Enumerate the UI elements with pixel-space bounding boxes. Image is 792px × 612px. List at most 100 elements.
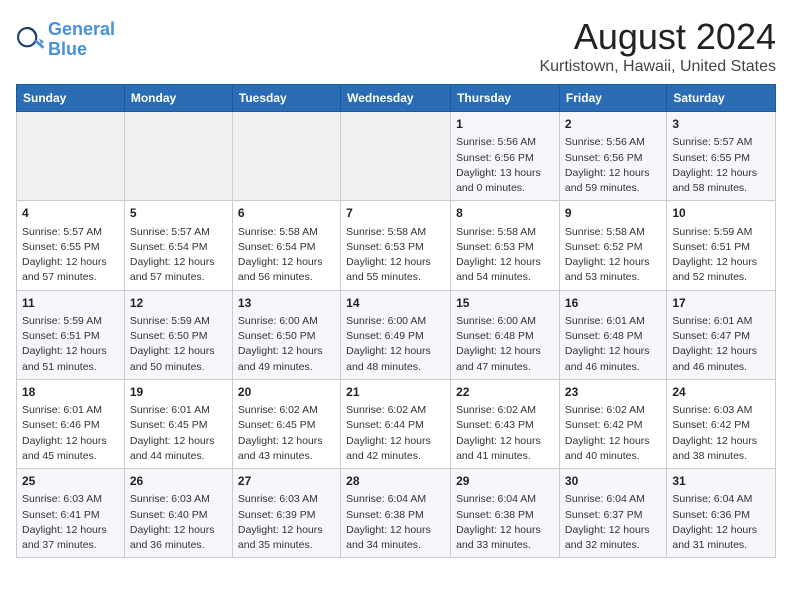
daylight: Daylight: 13 hours and 0 minutes. [456, 167, 541, 194]
day-cell [17, 112, 125, 201]
sunrise: Sunrise: 5:58 AM [456, 226, 536, 238]
sunrise: Sunrise: 6:03 AM [672, 404, 752, 416]
day-cell: 18Sunrise: 6:01 AMSunset: 6:46 PMDayligh… [17, 379, 125, 468]
page-title: August 2024 [539, 16, 776, 58]
sunset: Sunset: 6:46 PM [22, 419, 100, 431]
sunrise: Sunrise: 5:57 AM [672, 136, 752, 148]
day-cell: 31Sunrise: 6:04 AMSunset: 6:36 PMDayligh… [667, 469, 776, 558]
logo-line1: General [48, 19, 115, 39]
day-number: 1 [456, 116, 554, 133]
day-number: 4 [22, 205, 119, 222]
sunset: Sunset: 6:45 PM [130, 419, 208, 431]
sunrise: Sunrise: 6:00 AM [238, 315, 318, 327]
day-cell: 12Sunrise: 5:59 AMSunset: 6:50 PMDayligh… [124, 290, 232, 379]
day-number: 18 [22, 384, 119, 401]
daylight: Daylight: 12 hours and 33 minutes. [456, 524, 541, 551]
day-cell: 16Sunrise: 6:01 AMSunset: 6:48 PMDayligh… [559, 290, 666, 379]
sunset: Sunset: 6:53 PM [346, 241, 424, 253]
daylight: Daylight: 12 hours and 46 minutes. [565, 345, 650, 372]
weekday-header-monday: Monday [124, 85, 232, 112]
sunrise: Sunrise: 5:57 AM [22, 226, 102, 238]
sunrise: Sunrise: 6:02 AM [346, 404, 426, 416]
sunrise: Sunrise: 6:03 AM [22, 493, 102, 505]
day-cell: 15Sunrise: 6:00 AMSunset: 6:48 PMDayligh… [451, 290, 560, 379]
sunrise: Sunrise: 5:56 AM [456, 136, 536, 148]
day-cell [232, 112, 340, 201]
day-cell: 4 Sunrise: 5:57 AM Sunset: 6:55 PM Daylight… [17, 201, 125, 290]
sunset: Sunset: 6:55 PM [672, 152, 750, 164]
week-row-4: 18Sunrise: 6:01 AMSunset: 6:46 PMDayligh… [17, 379, 776, 468]
day-number: 3 [672, 116, 770, 133]
daylight: Daylight: 12 hours and 55 minutes. [346, 256, 431, 283]
day-cell: 27Sunrise: 6:03 AMSunset: 6:39 PMDayligh… [232, 469, 340, 558]
day-cell: 3 Sunrise: 5:57 AM Sunset: 6:55 PM Daylight… [667, 112, 776, 201]
weekday-header-friday: Friday [559, 85, 666, 112]
sunrise: Sunrise: 5:58 AM [238, 226, 318, 238]
weekday-header-wednesday: Wednesday [341, 85, 451, 112]
daylight: Daylight: 12 hours and 57 minutes. [22, 256, 107, 283]
sunrise: Sunrise: 6:00 AM [346, 315, 426, 327]
logo-icon [16, 26, 44, 54]
sunrise: Sunrise: 5:59 AM [672, 226, 752, 238]
sunset: Sunset: 6:38 PM [346, 509, 424, 521]
day-cell: 17Sunrise: 6:01 AMSunset: 6:47 PMDayligh… [667, 290, 776, 379]
weekday-header-saturday: Saturday [667, 85, 776, 112]
day-cell: 7Sunrise: 5:58 AMSunset: 6:53 PMDaylight… [341, 201, 451, 290]
sunset: Sunset: 6:51 PM [22, 330, 100, 342]
sunset: Sunset: 6:38 PM [456, 509, 534, 521]
logo-text: General Blue [48, 20, 115, 60]
sunrise: Sunrise: 6:03 AM [238, 493, 318, 505]
daylight: Daylight: 12 hours and 42 minutes. [346, 435, 431, 462]
daylight: Daylight: 12 hours and 35 minutes. [238, 524, 323, 551]
day-cell: 22Sunrise: 6:02 AMSunset: 6:43 PMDayligh… [451, 379, 560, 468]
sunset: Sunset: 6:36 PM [672, 509, 750, 521]
week-row-1: 1 Sunrise: 5:56 AM Sunset: 6:56 PM Daylight… [17, 112, 776, 201]
weekday-header-sunday: Sunday [17, 85, 125, 112]
sunset: Sunset: 6:37 PM [565, 509, 643, 521]
logo-line2: Blue [48, 39, 87, 59]
daylight: Daylight: 12 hours and 58 minutes. [672, 167, 757, 194]
sunset: Sunset: 6:55 PM [22, 241, 100, 253]
daylight: Daylight: 12 hours and 36 minutes. [130, 524, 215, 551]
logo: General Blue [16, 20, 115, 60]
sunset: Sunset: 6:43 PM [456, 419, 534, 431]
sunset: Sunset: 6:48 PM [456, 330, 534, 342]
sunset: Sunset: 6:42 PM [672, 419, 750, 431]
sunrise: Sunrise: 5:58 AM [565, 226, 645, 238]
day-cell: 6 Sunrise: 5:58 AM Sunset: 6:54 PM Daylight… [232, 201, 340, 290]
day-number: 17 [672, 295, 770, 312]
day-number: 9 [565, 205, 661, 222]
page-subtitle: Kurtistown, Hawaii, United States [539, 58, 776, 76]
day-number: 16 [565, 295, 661, 312]
sunrise: Sunrise: 5:59 AM [22, 315, 102, 327]
day-number: 10 [672, 205, 770, 222]
day-number: 20 [238, 384, 335, 401]
sunset: Sunset: 6:49 PM [346, 330, 424, 342]
day-cell: 19Sunrise: 6:01 AMSunset: 6:45 PMDayligh… [124, 379, 232, 468]
day-cell: 14Sunrise: 6:00 AMSunset: 6:49 PMDayligh… [341, 290, 451, 379]
sunset: Sunset: 6:50 PM [238, 330, 316, 342]
daylight: Daylight: 12 hours and 48 minutes. [346, 345, 431, 372]
week-row-5: 25Sunrise: 6:03 AMSunset: 6:41 PMDayligh… [17, 469, 776, 558]
day-cell: 25Sunrise: 6:03 AMSunset: 6:41 PMDayligh… [17, 469, 125, 558]
title-block: August 2024 Kurtistown, Hawaii, United S… [539, 16, 776, 76]
sunset: Sunset: 6:56 PM [456, 152, 534, 164]
sunset: Sunset: 6:45 PM [238, 419, 316, 431]
sunrise: Sunrise: 6:04 AM [672, 493, 752, 505]
sunset: Sunset: 6:54 PM [238, 241, 316, 253]
day-number: 6 [238, 205, 335, 222]
sunrise: Sunrise: 6:03 AM [130, 493, 210, 505]
day-number: 29 [456, 473, 554, 490]
day-number: 23 [565, 384, 661, 401]
sunrise: Sunrise: 6:04 AM [565, 493, 645, 505]
daylight: Daylight: 12 hours and 56 minutes. [238, 256, 323, 283]
daylight: Daylight: 12 hours and 45 minutes. [22, 435, 107, 462]
day-number: 27 [238, 473, 335, 490]
day-number: 30 [565, 473, 661, 490]
day-number: 11 [22, 295, 119, 312]
day-number: 26 [130, 473, 227, 490]
daylight: Daylight: 12 hours and 32 minutes. [565, 524, 650, 551]
day-number: 28 [346, 473, 445, 490]
day-number: 7 [346, 205, 445, 222]
day-cell: 20Sunrise: 6:02 AMSunset: 6:45 PMDayligh… [232, 379, 340, 468]
